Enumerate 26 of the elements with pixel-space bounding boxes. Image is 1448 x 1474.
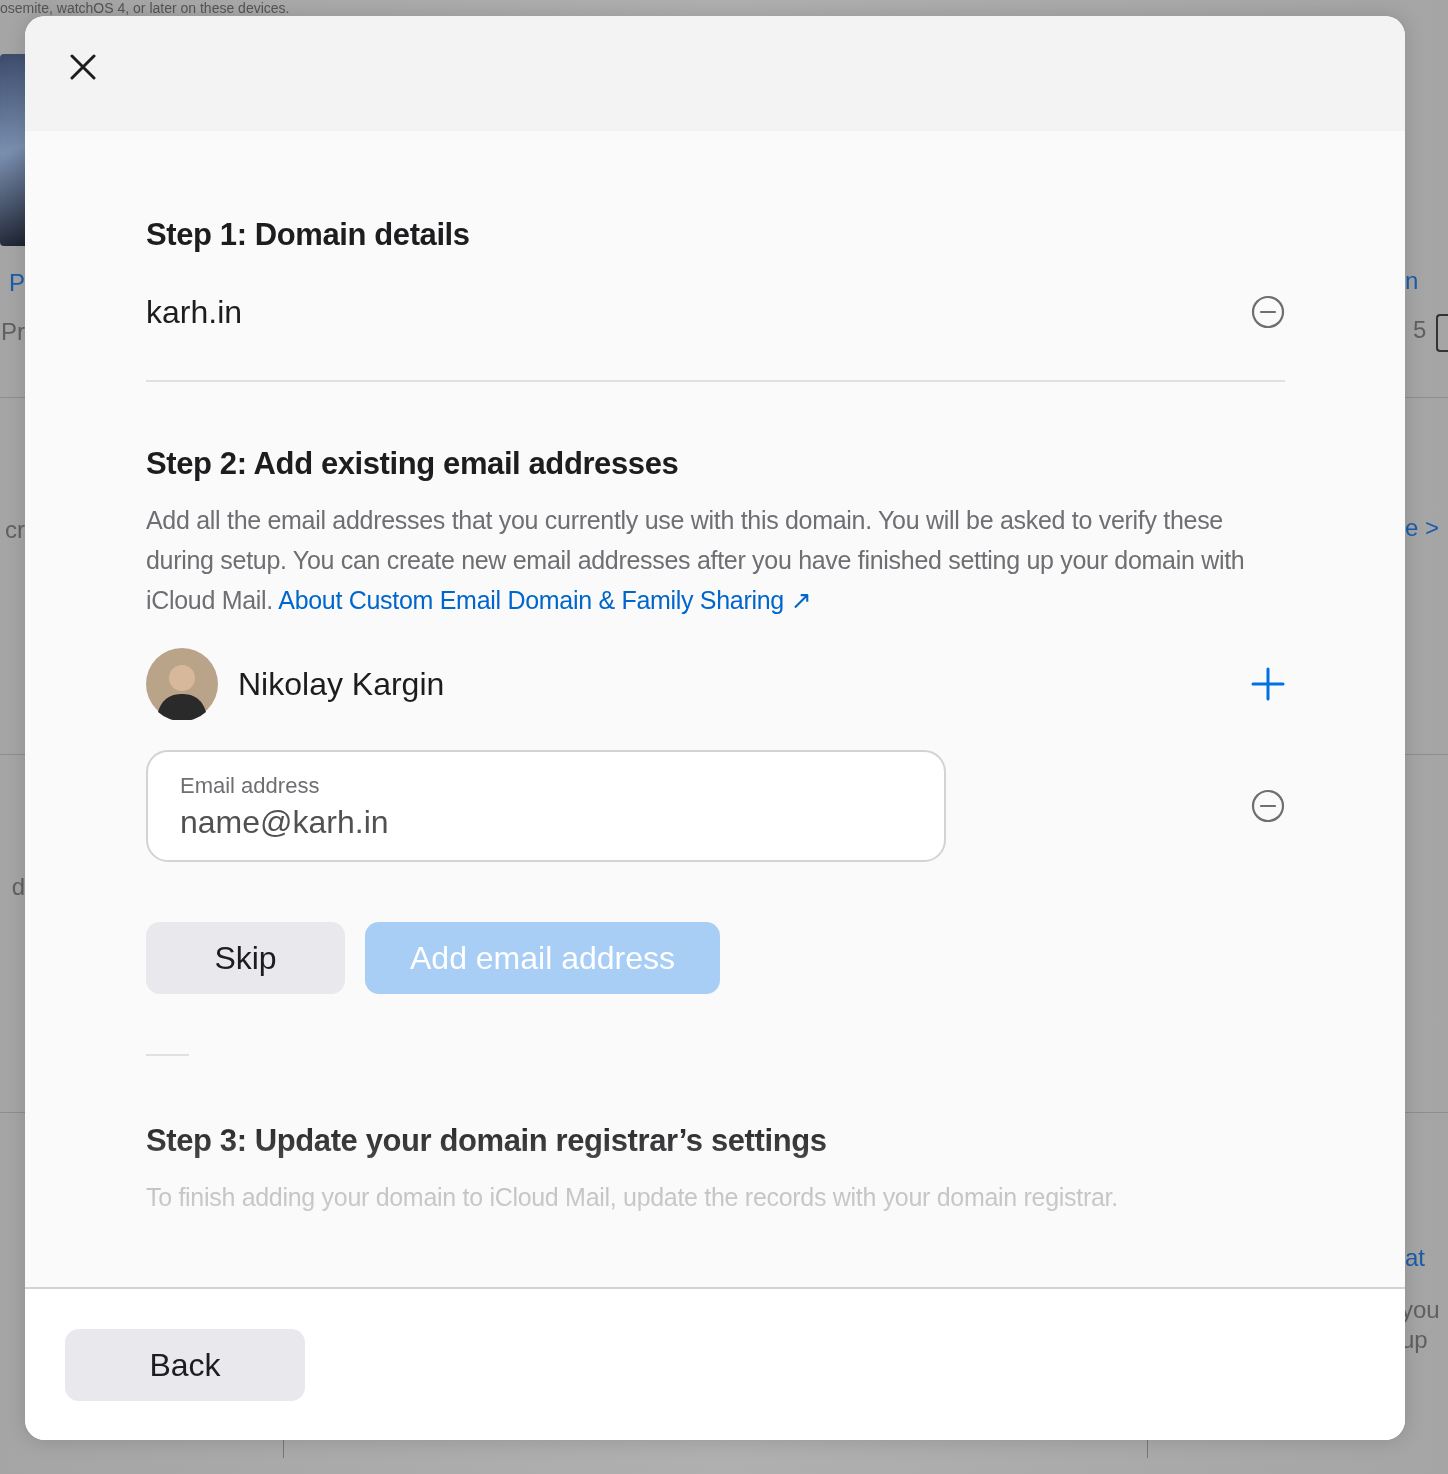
background-text[interactable]: P [9,268,25,298]
close-icon[interactable] [70,53,96,80]
section-heading: Step 2: Add existing email addresses [146,445,680,483]
background-text: d [11,872,25,902]
remove-icon[interactable] [1251,789,1285,823]
background-text: cr [5,515,25,545]
background-text[interactable]: n [1405,266,1419,296]
description-text: Add all the email addresses that you currently use with this domain. You will be asked to verify these during setup. You can create new email addresses after you have finished setting up your domain with iCloud Mail. About Custom Email Domain & Family Sharing ↗ [146,505,1246,616]
domain-name: karh.in [146,293,243,331]
remove-icon[interactable] [1251,295,1285,329]
background-text: osemite, watchOS 4, or later on these devices. [0,0,290,16]
back-button[interactable]: Back [65,1329,305,1401]
skip-button[interactable]: Skip [146,922,345,994]
background-text[interactable]: e > [1405,513,1440,543]
field-label: Email address [180,772,321,800]
section-heading: Step 3: Update your domain registrar’s settings [146,1122,828,1160]
section-heading: Step 1: Domain details [146,216,471,254]
email-field[interactable]: Email address name@karh.in [146,750,946,862]
background-text: Pr [1,317,25,347]
help-link[interactable]: About Custom Email Domain & Family Sharing ↗ [278,586,812,614]
member-name: Nikolay Kargin [238,665,445,703]
background-text[interactable]: at [1405,1243,1425,1273]
email-input[interactable]: name@karh.in [180,804,912,841]
add-icon[interactable] [1251,667,1285,701]
avatar-icon [146,648,218,720]
background-text: 5 [1413,315,1427,345]
